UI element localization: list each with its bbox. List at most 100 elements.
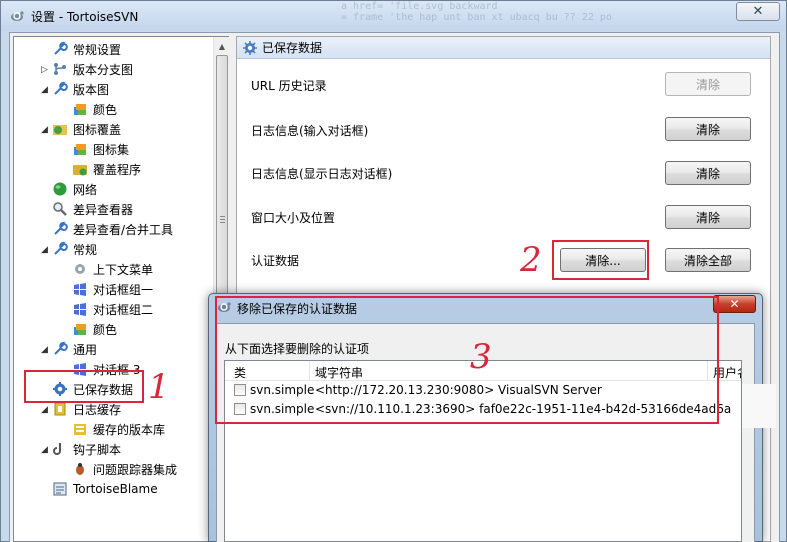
url-history-label: URL 历史记录 <box>251 79 327 93</box>
tree-item-label: 上下文菜单 <box>93 262 154 277</box>
tree-item-label: 差异查看/合并工具 <box>73 222 174 237</box>
tree-item[interactable]: 差异查看/合并工具 <box>52 219 173 239</box>
dialog-close-button[interactable]: ✕ <box>713 295 756 313</box>
annotation-box-1 <box>24 370 144 403</box>
wrench-icon <box>54 221 68 235</box>
tree-item-label: 网络 <box>73 182 98 197</box>
cache-icon <box>54 402 66 416</box>
windows-flag-icon <box>74 303 86 316</box>
panel-title: 已保存数据 <box>262 41 323 55</box>
grip-line <box>220 222 225 223</box>
annotation-number-3: 3 <box>470 337 492 377</box>
globe-icon <box>53 182 67 196</box>
wrench-icon <box>54 241 68 255</box>
hook-icon <box>53 443 61 455</box>
palette-icon <box>74 104 86 115</box>
tree-item-label: 差异查看器 <box>73 202 134 217</box>
tree-item-label: 日志缓存 <box>73 402 122 417</box>
tree-item-label: 颜色 <box>93 102 118 117</box>
auth-data-label: 认证数据 <box>251 254 300 268</box>
tree-item[interactable]: 上下文菜单 <box>72 259 153 279</box>
tree-item[interactable]: 图标集 <box>72 139 129 159</box>
panel-header: 已保存数据 <box>237 37 770 59</box>
tree-item[interactable]: 问题跟踪器集成 <box>72 459 177 479</box>
annotation-box-3 <box>215 296 719 424</box>
repo-icon <box>74 424 86 435</box>
tree-item-label: 钩子脚本 <box>73 442 122 457</box>
window-title: 设置 - TortoiseSVN <box>31 10 139 24</box>
tree-item-label: 对话框组二 <box>93 302 154 317</box>
title-bar: 设置 - TortoiseSVN a href= 'file.svg backw… <box>1 1 786 31</box>
gear-icon <box>75 264 85 274</box>
grip-line <box>220 219 225 220</box>
tree-item-label: 对话框组一 <box>93 282 154 297</box>
clear-log-display-button[interactable]: 清除 <box>665 161 751 185</box>
tree-item-label: 版本图 <box>73 82 110 97</box>
wrench-icon <box>54 41 68 55</box>
tree-item[interactable]: TortoiseBlame <box>52 479 158 499</box>
tree-item-label: 缓存的版本库 <box>93 422 166 437</box>
tree-item[interactable]: 网络 <box>52 179 97 199</box>
tree-item[interactable]: 颜色 <box>72 99 117 119</box>
tree-item-label: 问题跟踪器集成 <box>93 462 178 477</box>
tree-collapse-icon[interactable]: ◢ <box>40 85 49 95</box>
clear-url-history-button[interactable]: 清除 <box>665 72 751 96</box>
tree-item-label: 覆盖程序 <box>93 162 142 177</box>
window-size-label: 窗口大小及位置 <box>251 211 336 225</box>
tree-item[interactable]: 常规设置 <box>52 39 121 59</box>
tree-item[interactable]: 常规 <box>52 239 97 259</box>
tree-item[interactable]: 差异查看器 <box>52 199 133 219</box>
tree-item[interactable]: 颜色 <box>72 319 117 339</box>
tree-item-label: 通用 <box>73 342 98 357</box>
gear-icon <box>243 40 257 55</box>
clear-log-input-button[interactable]: 清除 <box>665 117 751 141</box>
clear-window-size-button[interactable]: 清除 <box>665 205 751 229</box>
background-code-text: a href= 'file.svg backward = frame 'the … <box>341 1 612 23</box>
tree-item-label: 图标集 <box>93 142 130 157</box>
tree-item[interactable]: 通用 <box>52 339 97 359</box>
branch-icon <box>54 63 66 75</box>
tree-item[interactable]: 对话框组二 <box>72 299 153 319</box>
tree-item[interactable]: 版本图 <box>52 79 109 99</box>
tree-item[interactable]: 覆盖程序 <box>72 159 141 179</box>
annotation-box-2 <box>552 240 649 280</box>
tree-item[interactable]: 缓存的版本库 <box>72 419 165 439</box>
tree-item[interactable]: 版本分支图 <box>52 59 133 79</box>
grip-line <box>220 216 225 217</box>
tortoise-app-icon <box>11 11 24 21</box>
magnifier-icon <box>53 202 67 216</box>
tree-collapse-icon[interactable]: ◢ <box>40 245 49 255</box>
tree-item[interactable]: 对话框组一 <box>72 279 153 299</box>
annotation-number-1: 1 <box>148 367 170 407</box>
tree-collapse-icon[interactable]: ◢ <box>40 345 49 355</box>
log-display-label: 日志信息(显示日志对话框) <box>251 167 393 181</box>
folder-overlay-icon <box>73 165 87 176</box>
tree-item-label: 常规设置 <box>73 42 122 57</box>
tree-item-label: 常规 <box>73 242 98 257</box>
blurred-username-area <box>742 384 776 428</box>
blame-icon <box>53 482 67 496</box>
tree-item[interactable]: 图标覆盖 <box>52 119 121 139</box>
clear-all-auth-button[interactable]: 清除全部 <box>665 248 751 272</box>
tree-item-label: 图标覆盖 <box>73 122 122 137</box>
tree-expand-icon[interactable]: ▷ <box>40 65 49 75</box>
overlay-icon <box>53 125 67 135</box>
tree-item-label: TortoiseBlame <box>73 482 158 496</box>
tree-item-label: 颜色 <box>93 322 118 337</box>
windows-flag-icon <box>74 283 86 296</box>
scroll-up-arrow-icon[interactable]: ▲ <box>214 38 230 54</box>
tree-item-label: 版本分支图 <box>73 62 134 77</box>
log-input-label: 日志信息(输入对话框) <box>251 124 369 138</box>
palette-icon <box>74 324 86 335</box>
palette-icon <box>74 144 86 155</box>
window-close-button[interactable]: ✕ <box>736 2 780 21</box>
tree-item[interactable]: 钩子脚本 <box>52 439 121 459</box>
settings-tree[interactable]: 常规设置 ▷ 版本分支图 ◢ 版本图颜色 ◢ 图标覆盖图标集覆盖程序网络差异查看器差异查看/… <box>13 36 229 542</box>
bug-icon <box>76 463 84 475</box>
wrench-icon <box>54 341 68 355</box>
tree-collapse-icon[interactable]: ◢ <box>40 405 49 415</box>
tree-collapse-icon[interactable]: ◢ <box>40 445 49 455</box>
tree-collapse-icon[interactable]: ◢ <box>40 125 49 135</box>
wrench-icon <box>54 81 68 95</box>
tree-list: 常规设置 ▷ 版本分支图 ◢ 版本图颜色 ◢ 图标覆盖图标集覆盖程序网络差异查看器差异查看/… <box>14 37 213 542</box>
